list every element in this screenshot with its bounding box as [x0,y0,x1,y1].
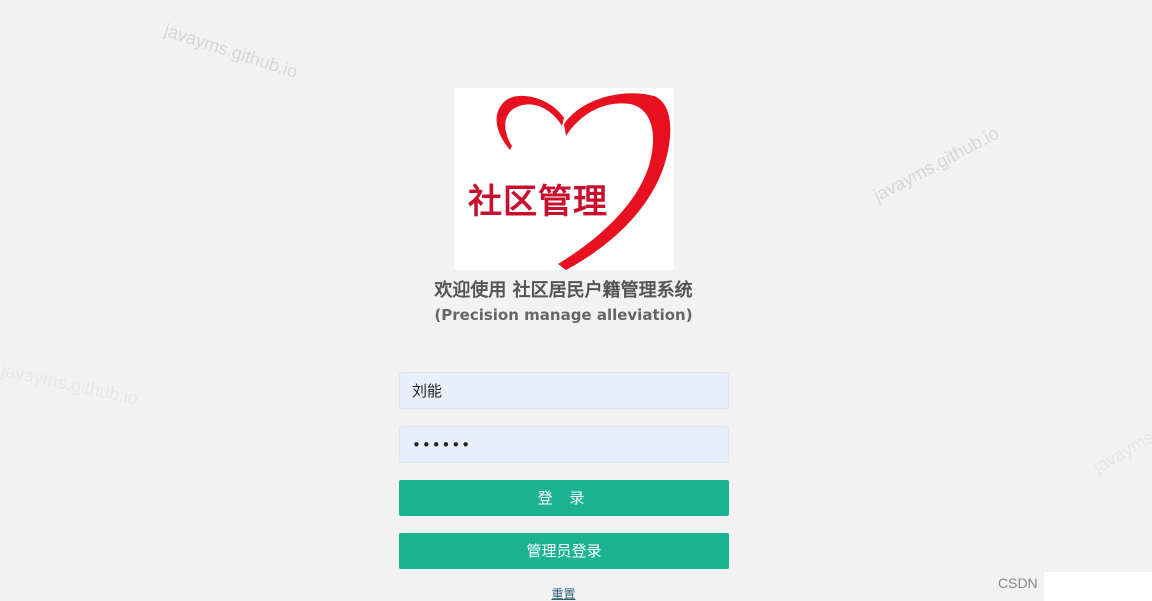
watermark: javayms.github.io [0,360,141,409]
login-page: javayms.github.io javayms.github.io java… [0,0,1152,601]
password-input[interactable] [399,426,729,463]
admin-login-button[interactable]: 管理员登录 [399,533,729,569]
reset-link[interactable]: 重置 [0,585,1127,601]
watermark: javayms.github.io [1090,390,1152,478]
login-button[interactable]: 登 录 [399,480,729,516]
csdn-badge: CSDN [998,575,1038,591]
watermark: javayms.github.io [870,122,1003,206]
page-title: 欢迎使用 社区居民户籍管理系统 [434,280,693,301]
username-input[interactable] [399,372,729,409]
watermark: javayms.github.io [161,20,301,82]
corner-overlay [1044,572,1152,601]
page-subtitle: (Precision manage alleviation) [434,306,693,324]
community-logo: 社区管理 [454,88,674,270]
logo-text: 社区管理 [468,182,608,222]
